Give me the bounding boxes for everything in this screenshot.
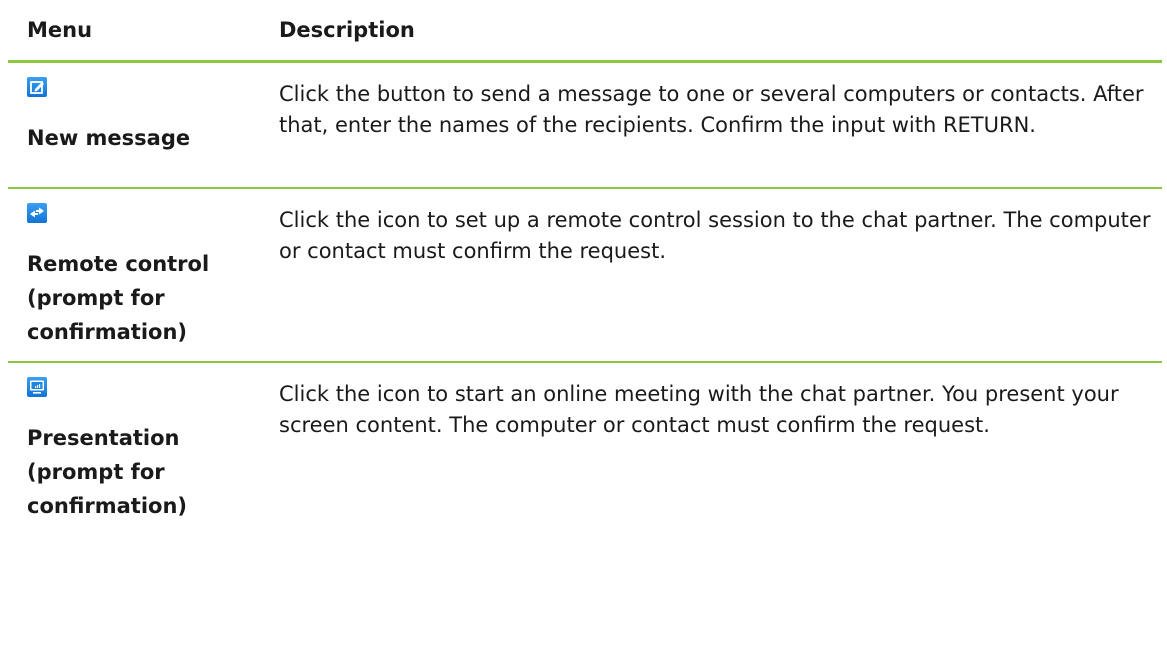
description-cell: Click the icon to set up a remote contro… bbox=[279, 208, 1151, 263]
presentation-icon[interactable] bbox=[27, 377, 47, 397]
description-column-header: Description bbox=[279, 18, 415, 42]
remote-control-icon[interactable] bbox=[27, 203, 47, 223]
description-cell: Click the icon to start an online meetin… bbox=[279, 382, 1119, 437]
new-message-icon[interactable] bbox=[27, 77, 47, 97]
table-header: Menu Description bbox=[8, 0, 1162, 63]
table-row: Remote control (prompt for confirmation)… bbox=[8, 189, 1162, 363]
menu-item-title: Presentation (prompt for confirmation) bbox=[27, 426, 188, 518]
table-row: New message Click the button to send a m… bbox=[8, 63, 1162, 189]
table-row: Presentation (prompt for confirmation) C… bbox=[8, 363, 1162, 553]
menu-item-title: New message bbox=[27, 126, 191, 150]
menu-cell: New message bbox=[8, 63, 279, 187]
menu-description-table: Menu Description New message Click the b… bbox=[8, 0, 1162, 553]
menu-cell: Remote control (prompt for confirmation) bbox=[8, 189, 279, 361]
menu-cell: Presentation (prompt for confirmation) bbox=[8, 363, 279, 553]
description-cell: Click the button to send a message to on… bbox=[279, 82, 1144, 137]
menu-item-title: Remote control (prompt for confirmation) bbox=[27, 252, 210, 344]
menu-column-header: Menu bbox=[27, 18, 93, 42]
